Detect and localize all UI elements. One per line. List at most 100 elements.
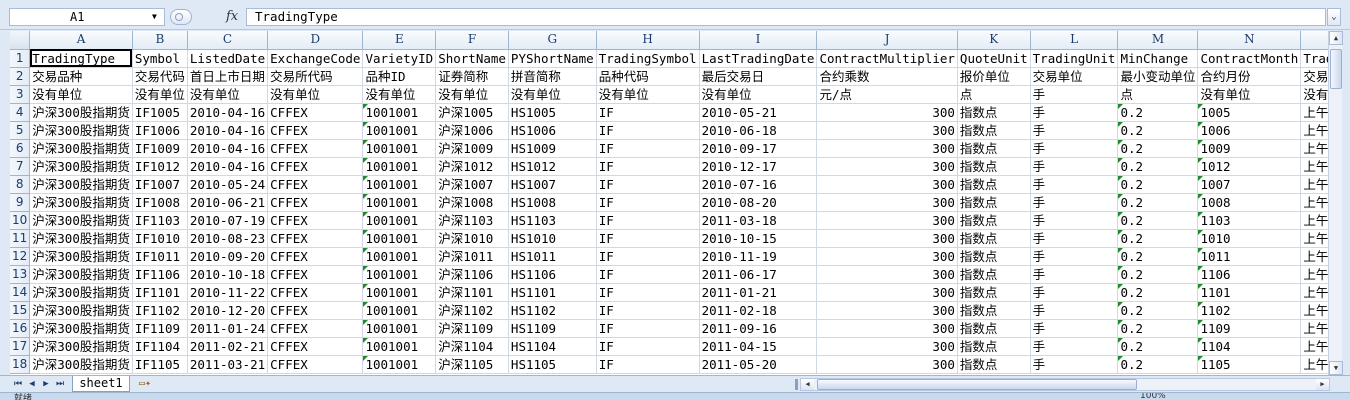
scroll-down-icon[interactable]: ▼ bbox=[1329, 361, 1343, 375]
cell-d7[interactable]: CFFEX bbox=[267, 157, 364, 176]
cell-i18[interactable]: 2011-05-20 bbox=[699, 355, 818, 374]
cell-k6[interactable]: 指数点 bbox=[957, 139, 1031, 158]
cell-o5[interactable]: 上午：9:15 bbox=[1300, 121, 1328, 140]
cell-c13[interactable]: 2010-10-18 bbox=[187, 265, 269, 284]
horizontal-scroll-thumb[interactable] bbox=[817, 379, 1137, 390]
cell-l16[interactable]: 手 bbox=[1030, 319, 1119, 338]
cell-m10[interactable]: 0.2 bbox=[1117, 211, 1199, 230]
expand-formula-bar-icon[interactable]: ⌄ bbox=[1327, 8, 1341, 26]
vertical-scrollbar[interactable]: ▲ ▼ bbox=[1328, 31, 1343, 375]
cell-c11[interactable]: 2010-08-23 bbox=[187, 229, 269, 248]
cell-f7[interactable]: 沪深1012 bbox=[435, 157, 509, 176]
column-header-k[interactable]: K bbox=[957, 31, 1031, 50]
cell-j10[interactable]: 300 bbox=[816, 211, 958, 230]
cell-k8[interactable]: 指数点 bbox=[957, 175, 1031, 194]
cell-e8[interactable]: 1001001 bbox=[362, 175, 437, 194]
cell-k4[interactable]: 指数点 bbox=[957, 103, 1031, 122]
prev-sheet-icon[interactable]: ◀ bbox=[26, 378, 38, 390]
cell-j4[interactable]: 300 bbox=[816, 103, 958, 122]
first-sheet-icon[interactable]: ⏮ bbox=[12, 378, 24, 390]
cell-h1[interactable]: TradingSymbol bbox=[596, 49, 700, 68]
cell-o15[interactable]: 上午：9:15 bbox=[1300, 301, 1328, 320]
cell-l6[interactable]: 手 bbox=[1030, 139, 1119, 158]
cell-f18[interactable]: 沪深1105 bbox=[435, 355, 509, 374]
row-header[interactable]: 2 bbox=[10, 67, 31, 86]
cell-k1[interactable]: QuoteUnit bbox=[957, 49, 1031, 68]
cell-l13[interactable]: 手 bbox=[1030, 265, 1119, 284]
cell-h6[interactable]: IF bbox=[596, 139, 700, 158]
cell-h12[interactable]: IF bbox=[596, 247, 700, 266]
cell-m17[interactable]: 0.2 bbox=[1117, 337, 1199, 356]
cell-o9[interactable]: 上午：9:15 bbox=[1300, 193, 1328, 212]
cell-g2[interactable]: 拼音简称 bbox=[508, 67, 597, 86]
cell-i1[interactable]: LastTradingDate bbox=[699, 49, 818, 68]
cell-b14[interactable]: IF1101 bbox=[132, 283, 188, 302]
cell-g13[interactable]: HS1106 bbox=[508, 265, 597, 284]
cell-l18[interactable]: 手 bbox=[1030, 355, 1119, 374]
cell-l5[interactable]: 手 bbox=[1030, 121, 1119, 140]
cell-d8[interactable]: CFFEX bbox=[267, 175, 364, 194]
cell-i4[interactable]: 2010-05-21 bbox=[699, 103, 818, 122]
cell-e15[interactable]: 1001001 bbox=[362, 301, 437, 320]
cell-j12[interactable]: 300 bbox=[816, 247, 958, 266]
cell-j9[interactable]: 300 bbox=[816, 193, 958, 212]
cell-l3[interactable]: 手 bbox=[1030, 85, 1119, 104]
cell-l14[interactable]: 手 bbox=[1030, 283, 1119, 302]
cell-d18[interactable]: CFFEX bbox=[267, 355, 364, 374]
cell-f17[interactable]: 沪深1104 bbox=[435, 337, 509, 356]
cell-i7[interactable]: 2010-12-17 bbox=[699, 157, 818, 176]
cell-k17[interactable]: 指数点 bbox=[957, 337, 1031, 356]
cell-j2[interactable]: 合约乘数 bbox=[816, 67, 958, 86]
column-header-f[interactable]: F bbox=[435, 31, 509, 50]
cell-k14[interactable]: 指数点 bbox=[957, 283, 1031, 302]
cell-b9[interactable]: IF1008 bbox=[132, 193, 188, 212]
cell-i11[interactable]: 2010-10-15 bbox=[699, 229, 818, 248]
cell-d9[interactable]: CFFEX bbox=[267, 193, 364, 212]
cell-g14[interactable]: HS1101 bbox=[508, 283, 597, 302]
cell-d11[interactable]: CFFEX bbox=[267, 229, 364, 248]
cell-e7[interactable]: 1001001 bbox=[362, 157, 437, 176]
cell-c7[interactable]: 2010-04-16 bbox=[187, 157, 269, 176]
cell-b16[interactable]: IF1109 bbox=[132, 319, 188, 338]
cell-k7[interactable]: 指数点 bbox=[957, 157, 1031, 176]
cell-c8[interactable]: 2010-05-24 bbox=[187, 175, 269, 194]
cell-h15[interactable]: IF bbox=[596, 301, 700, 320]
cell-d10[interactable]: CFFEX bbox=[267, 211, 364, 230]
cell-a11[interactable]: 沪深300股指期货 bbox=[29, 229, 133, 248]
cell-n17[interactable]: 1104 bbox=[1197, 337, 1302, 356]
cell-k12[interactable]: 指数点 bbox=[957, 247, 1031, 266]
cell-h14[interactable]: IF bbox=[596, 283, 700, 302]
cell-c5[interactable]: 2010-04-16 bbox=[187, 121, 269, 140]
cell-g17[interactable]: HS1104 bbox=[508, 337, 597, 356]
cell-l4[interactable]: 手 bbox=[1030, 103, 1119, 122]
cell-f13[interactable]: 沪深1106 bbox=[435, 265, 509, 284]
cell-c15[interactable]: 2010-12-20 bbox=[187, 301, 269, 320]
scroll-left-icon[interactable]: ◀ bbox=[801, 379, 814, 390]
cell-d12[interactable]: CFFEX bbox=[267, 247, 364, 266]
cell-k3[interactable]: 点 bbox=[957, 85, 1031, 104]
cell-c3[interactable]: 没有单位 bbox=[187, 85, 269, 104]
cell-m16[interactable]: 0.2 bbox=[1117, 319, 1199, 338]
cell-n13[interactable]: 1106 bbox=[1197, 265, 1302, 284]
cell-m13[interactable]: 0.2 bbox=[1117, 265, 1199, 284]
cell-g6[interactable]: HS1009 bbox=[508, 139, 597, 158]
cell-m4[interactable]: 0.2 bbox=[1117, 103, 1199, 122]
row-header[interactable]: 16 bbox=[10, 319, 31, 338]
cell-g18[interactable]: HS1105 bbox=[508, 355, 597, 374]
cell-m5[interactable]: 0.2 bbox=[1117, 121, 1199, 140]
cell-c14[interactable]: 2010-11-22 bbox=[187, 283, 269, 302]
cell-d4[interactable]: CFFEX bbox=[267, 103, 364, 122]
scroll-right-icon[interactable]: ▶ bbox=[1316, 379, 1329, 390]
cell-e1[interactable]: VarietyID bbox=[362, 49, 437, 68]
row-header[interactable]: 8 bbox=[10, 175, 31, 194]
cell-d5[interactable]: CFFEX bbox=[267, 121, 364, 140]
cell-j15[interactable]: 300 bbox=[816, 301, 958, 320]
cell-l9[interactable]: 手 bbox=[1030, 193, 1119, 212]
cell-b17[interactable]: IF1104 bbox=[132, 337, 188, 356]
column-header-a[interactable]: A bbox=[29, 31, 133, 50]
cell-a16[interactable]: 沪深300股指期货 bbox=[29, 319, 133, 338]
cell-d2[interactable]: 交易所代码 bbox=[267, 67, 364, 86]
row-header[interactable]: 15 bbox=[10, 301, 31, 320]
cell-i12[interactable]: 2010-11-19 bbox=[699, 247, 818, 266]
cell-c6[interactable]: 2010-04-16 bbox=[187, 139, 269, 158]
